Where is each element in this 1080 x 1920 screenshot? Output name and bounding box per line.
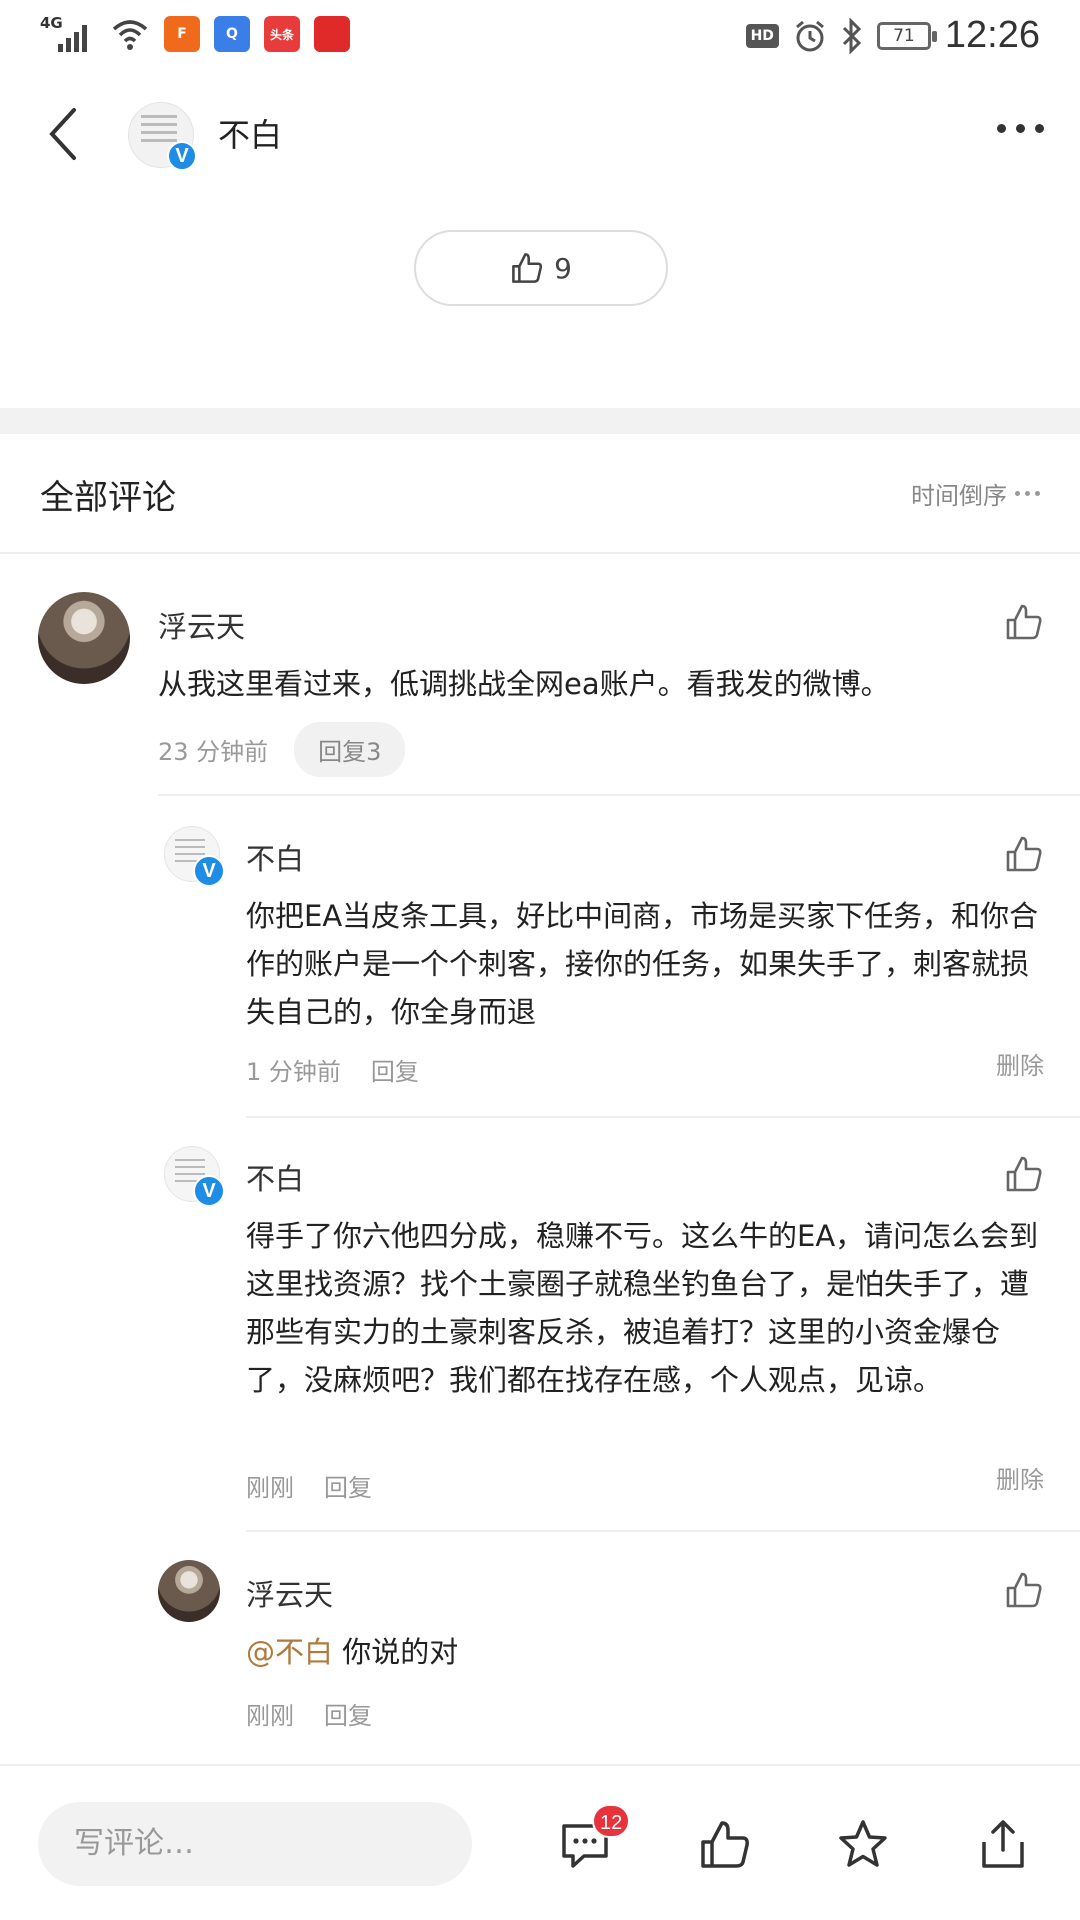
more-dots-icon — [1015, 491, 1040, 496]
comment-text: 从我这里看过来，低调挑战全网ea账户。看我发的微博。 — [158, 667, 890, 701]
reply-button[interactable]: 回复 — [324, 1468, 372, 1503]
clock: 12:26 — [944, 14, 1040, 56]
verified-badge-icon: V — [167, 141, 197, 171]
comment-meta: 1 分钟前 回复 — [246, 1052, 419, 1087]
comment-meta: 刚刚 回复 — [246, 1696, 372, 1731]
commenter-avatar[interactable] — [158, 1560, 220, 1622]
verified-badge-icon: V — [193, 855, 225, 887]
sort-toggle[interactable]: 时间倒序 — [911, 476, 1040, 511]
comment-meta: 刚刚 回复 — [246, 1468, 372, 1503]
delete-button[interactable]: 删除 — [996, 1046, 1044, 1081]
comment-text: 得手了你六他四分成，稳赚不亏。这么牛的EA，请问怎么会到这里找资源？找个土豪圈子… — [246, 1219, 1039, 1397]
author-name[interactable]: 不白 — [218, 110, 282, 156]
comment-like-icon[interactable] — [1004, 602, 1044, 642]
commenter-avatar[interactable]: V — [164, 1146, 225, 1207]
comment-time: 23 分钟前 — [158, 738, 269, 766]
comment-like-icon[interactable] — [1004, 834, 1044, 874]
mention-link[interactable]: @不白 — [246, 1635, 333, 1669]
like-button[interactable]: 9 — [414, 230, 668, 306]
reply-button[interactable]: 回复 — [324, 1696, 372, 1731]
divider — [246, 1530, 1080, 1532]
bluetooth-icon — [842, 17, 862, 54]
signal-icon: 4G — [40, 14, 96, 54]
comment-time: 1 分钟前 — [246, 1058, 341, 1086]
toutiao-icon: 头条 — [264, 16, 300, 52]
comment-meta: 23 分钟前 回复3 — [158, 722, 406, 777]
sort-label: 时间倒序 — [911, 482, 1007, 510]
top-nav: V 不白 — [0, 80, 1080, 190]
app-q-icon: Q — [214, 16, 250, 52]
more-options-icon[interactable] — [997, 124, 1044, 133]
thumbs-up-icon — [512, 253, 543, 283]
divider — [158, 794, 1080, 796]
commenter-avatar[interactable] — [38, 592, 130, 684]
verified-badge-icon: V — [193, 1175, 225, 1207]
comment-time: 刚刚 — [246, 1474, 294, 1502]
divider — [0, 552, 1080, 554]
bottom-action-bar: 写评论… 12 — [0, 1764, 1080, 1920]
reply-button[interactable]: 回复 — [371, 1052, 419, 1087]
status-bar: 4G F Q 头条 HD 71 12:26 — [0, 0, 1080, 72]
commenter-name[interactable]: 不白 — [246, 836, 304, 878]
commenter-avatar[interactable]: V — [164, 826, 225, 887]
comment-body: 你说的对 — [342, 1635, 459, 1669]
reply-count-button[interactable]: 回复3 — [294, 722, 406, 777]
app-red-icon — [314, 16, 350, 52]
like-count: 9 — [554, 251, 572, 285]
commenter-name[interactable]: 不白 — [246, 1156, 304, 1198]
back-arrow-icon[interactable] — [40, 104, 90, 164]
comment-text: @不白 你说的对 — [246, 1628, 1042, 1676]
divider — [246, 1116, 1080, 1118]
favorite-star-icon[interactable] — [836, 1818, 890, 1872]
section-divider — [0, 408, 1080, 434]
share-icon[interactable] — [976, 1818, 1030, 1872]
wifi-icon — [112, 20, 148, 50]
comment-time: 刚刚 — [246, 1702, 294, 1730]
alarm-icon — [795, 20, 824, 51]
comment-count-badge: 12 — [592, 1804, 631, 1838]
battery-indicator: 71 — [876, 21, 937, 50]
comment-like-icon[interactable] — [1004, 1570, 1044, 1610]
commenter-name[interactable]: 浮云天 — [246, 1572, 333, 1614]
comments-title: 全部评论 — [40, 478, 176, 518]
hd-badge: HD — [745, 23, 779, 48]
comment-like-icon[interactable] — [1004, 1154, 1044, 1194]
like-icon[interactable] — [698, 1818, 752, 1872]
comment-text: 你把EA当皮条工具，好比中间商，市场是买家下任务，和你合作的账户是一个个刺客，接… — [246, 899, 1039, 1029]
delete-button[interactable]: 删除 — [996, 1460, 1044, 1495]
comment-input[interactable]: 写评论… — [38, 1802, 472, 1886]
commenter-name[interactable]: 浮云天 — [158, 604, 245, 646]
app-f-icon: F — [164, 16, 200, 52]
author-avatar[interactable]: V — [128, 102, 197, 171]
